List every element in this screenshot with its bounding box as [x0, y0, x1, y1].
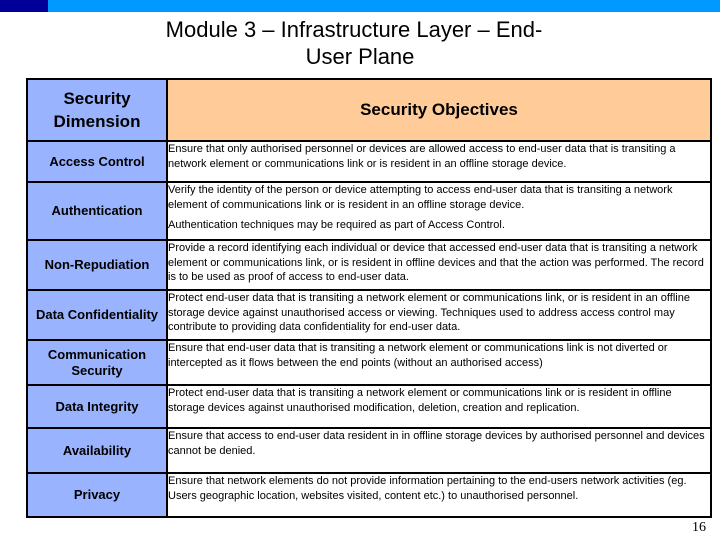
- table-row: Non-Repudiation Provide a record identify…: [26, 239, 712, 291]
- security-objective-cell: Ensure that access to end-user data resi…: [166, 427, 712, 474]
- slide-title: Module 3 – Infrastructure Layer – End- U…: [0, 16, 720, 70]
- security-dimension-cell: Authentication: [26, 181, 168, 241]
- objective-paragraph: Ensure that end-user data that is transi…: [168, 342, 668, 369]
- security-objective-cell: Protect end-user data that is transiting…: [166, 384, 712, 429]
- objective-paragraph: Protect end-user data that is transiting…: [168, 292, 690, 333]
- security-objective-cell: Ensure that network elements do not prov…: [166, 472, 712, 518]
- security-dimension-cell: Communication Security: [26, 339, 168, 386]
- table-row: Communication Security Ensure that end-us…: [26, 339, 712, 386]
- objective-paragraph: Authentication techniques may be require…: [168, 219, 505, 231]
- security-dimension-cell: Data Confidentiality: [26, 289, 168, 341]
- security-objective-cell: Ensure that end-user data that is transi…: [166, 339, 712, 386]
- header-security-objectives: Security Objectives: [166, 78, 712, 142]
- security-dimension-cell: Non-Repudiation: [26, 239, 168, 291]
- security-objective-cell: Verify the identity of the person or dev…: [166, 181, 712, 241]
- security-dimension-cell: Privacy: [26, 472, 168, 518]
- table-row: Access Control Ensure that only authorise…: [26, 140, 712, 183]
- security-objective-cell: Ensure that only authorised personnel or…: [166, 140, 712, 183]
- table-row: Authentication Verify the identity of the…: [26, 181, 712, 241]
- table-row: Privacy Ensure that network elements do n…: [26, 472, 712, 518]
- objective-paragraph: Ensure that network elements do not prov…: [168, 475, 687, 502]
- security-dimension-cell: Access Control: [26, 140, 168, 183]
- objective-paragraph: Verify the identity of the person or dev…: [168, 184, 673, 211]
- header-security-dimension: Security Dimension: [26, 78, 168, 142]
- security-dimension-cell: Availability: [26, 427, 168, 474]
- table-row: Data Integrity Protect end-user data that…: [26, 384, 712, 429]
- top-accent-bar: [0, 0, 720, 12]
- page-number: 16: [692, 520, 706, 535]
- table-row: Availability Ensure that access to end-us…: [26, 427, 712, 474]
- security-objective-cell: Protect end-user data that is transiting…: [166, 289, 712, 341]
- objective-paragraph: Provide a record identifying each indivi…: [168, 242, 704, 283]
- slide-title-line-2: User Plane: [305, 44, 415, 69]
- objective-paragraph: Protect end-user data that is transiting…: [168, 387, 672, 414]
- table-row: Data Confidentiality Protect end-user dat…: [26, 289, 712, 341]
- slide-title-line-1: Module 3 – Infrastructure Layer – End-: [165, 17, 543, 42]
- objective-paragraph: Ensure that only authorised personnel or…: [168, 143, 676, 170]
- top-accent-block: [0, 0, 48, 12]
- security-dimension-cell: Data Integrity: [26, 384, 168, 429]
- security-objectives-table: Security Dimension Security Objectives A…: [26, 78, 712, 518]
- objective-paragraph: Ensure that access to end-user data resi…: [168, 430, 705, 457]
- security-objective-cell: Provide a record identifying each indivi…: [166, 239, 712, 291]
- table-header-row: Security Dimension Security Objectives: [26, 78, 712, 142]
